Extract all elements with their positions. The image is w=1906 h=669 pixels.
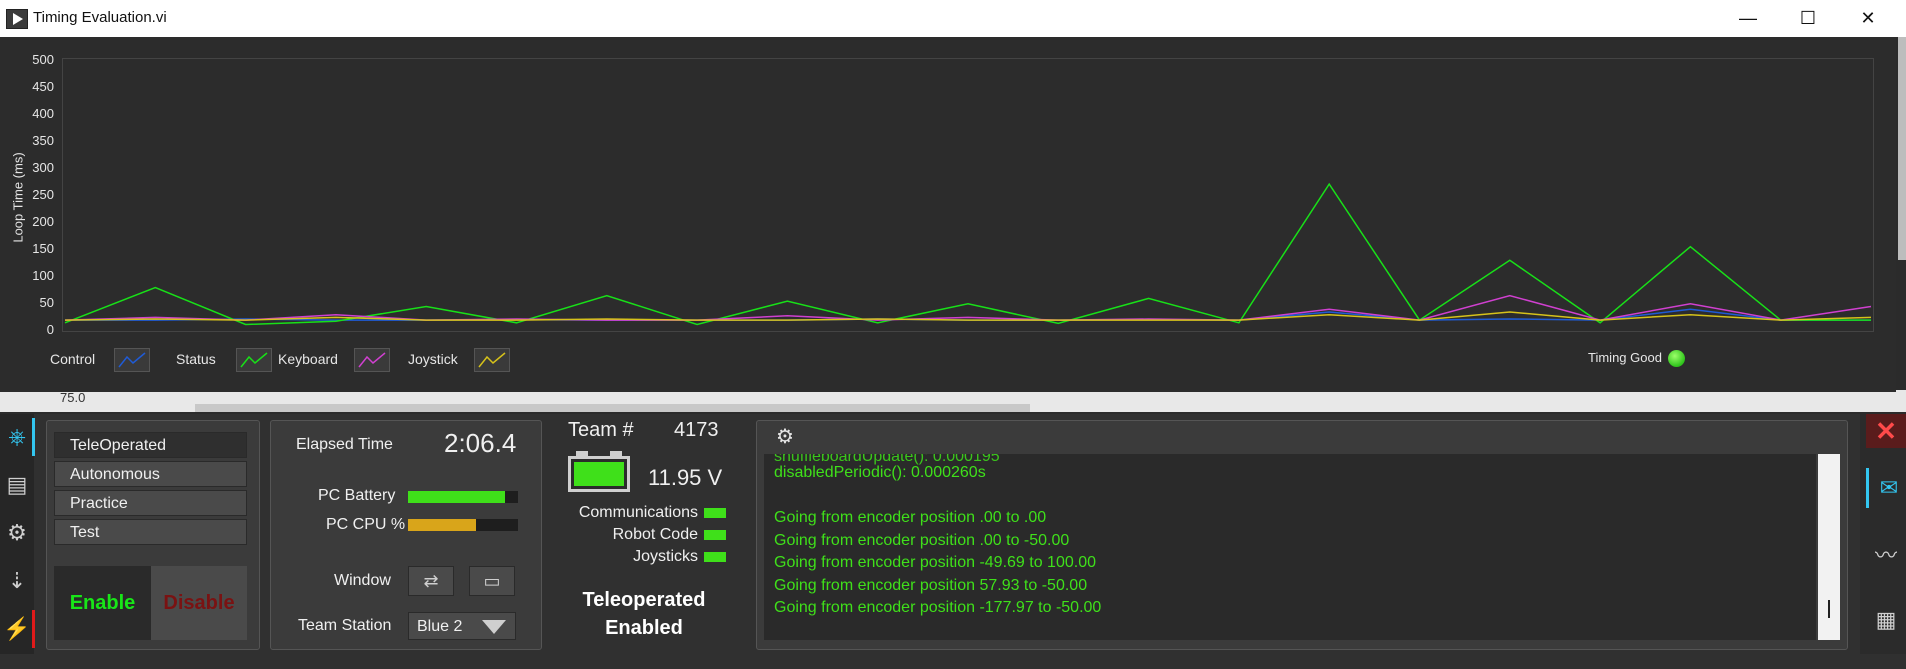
both-icon[interactable]: ▦ bbox=[1866, 600, 1906, 640]
swap-icon: ⇄ bbox=[423, 570, 439, 591]
legend-label: Control bbox=[50, 351, 96, 367]
communications-label: Communications bbox=[578, 504, 698, 521]
y-tick-label: 350 bbox=[32, 133, 54, 148]
app-icon bbox=[6, 9, 28, 29]
message-icon[interactable]: ✉ bbox=[1866, 468, 1906, 508]
mode-status-line2: Enabled bbox=[605, 617, 683, 639]
legend-swatch bbox=[354, 348, 390, 372]
battery-fill bbox=[574, 462, 624, 486]
background-tick-label: 75.0 bbox=[60, 390, 86, 405]
minimize-icon: — bbox=[1739, 8, 1757, 28]
console-line: disabledPeriodic(): 0.000260s bbox=[774, 464, 986, 481]
pc-cpu-fill bbox=[408, 519, 477, 531]
y-tick-label: 100 bbox=[32, 268, 54, 283]
power-icon[interactable]: ⚡ bbox=[2, 610, 35, 648]
mode-autonomous[interactable]: Autonomous bbox=[54, 461, 247, 487]
series-line-keyboard bbox=[64, 294, 1872, 321]
timing-good-label: Timing Good bbox=[1588, 350, 1662, 365]
y-tick-label: 50 bbox=[39, 295, 54, 310]
disable-button[interactable]: Disable bbox=[151, 566, 247, 640]
joysticks-label: Joysticks bbox=[633, 548, 698, 565]
y-tick-label: 250 bbox=[32, 187, 54, 202]
gear-icon[interactable]: ⚙ bbox=[776, 424, 794, 449]
plot-area bbox=[62, 58, 1874, 332]
robot-code-label: Robot Code bbox=[612, 526, 698, 543]
close-button[interactable]: ✕ bbox=[1838, 0, 1898, 37]
window-dock-toggle[interactable]: ⇄ bbox=[408, 566, 454, 596]
joysticks-indicator bbox=[704, 552, 726, 562]
window-icon: ▭ bbox=[483, 570, 501, 591]
pc-battery-label: PC Battery bbox=[318, 487, 396, 504]
console-line: Going from encoder position 57.93 to -50… bbox=[774, 576, 1088, 594]
elapsed-time-value: 2:06.4 bbox=[444, 428, 517, 458]
legend-label: Status bbox=[176, 351, 216, 367]
team-station-label: Team Station bbox=[298, 617, 392, 634]
y-tick-label: 450 bbox=[32, 79, 54, 94]
window-scrollbar[interactable] bbox=[1898, 37, 1906, 260]
series-line-joystick bbox=[64, 311, 1872, 321]
minimize-button[interactable]: — bbox=[1718, 0, 1778, 37]
y-tick-label: 400 bbox=[32, 106, 54, 121]
y-tick-label: 200 bbox=[32, 214, 54, 229]
window-full-toggle[interactable]: ▭ bbox=[469, 566, 515, 596]
console-scroll-thumb[interactable] bbox=[1828, 600, 1830, 618]
gear-icon[interactable]: ⚙ bbox=[2, 514, 32, 552]
elapsed-time-label: Elapsed Time bbox=[296, 436, 393, 453]
pc-battery-fill bbox=[408, 491, 505, 503]
title-bar: Timing Evaluation.vi — ☐ ✕ bbox=[0, 0, 1906, 37]
steering-wheel-icon[interactable]: ⎈ bbox=[2, 418, 35, 456]
close-icon: ✕ bbox=[1860, 8, 1876, 28]
background-scrollbar bbox=[195, 404, 1030, 412]
window-label: Window bbox=[334, 572, 391, 589]
close-icon[interactable]: ✕ bbox=[1866, 414, 1906, 448]
console-line: Going from encoder position -49.69 to 10… bbox=[774, 554, 1096, 571]
console-text-area[interactable]: shuffleboardUpdate(): 0.000195 disabledP… bbox=[764, 454, 1816, 640]
enable-button[interactable]: Enable bbox=[54, 566, 151, 640]
chart-icon[interactable]: 〰 bbox=[1866, 534, 1906, 574]
mode-test[interactable]: Test bbox=[54, 519, 247, 545]
mode-teleoperated[interactable]: TeleOperated bbox=[54, 432, 247, 458]
y-tick-label: 0 bbox=[46, 322, 54, 337]
pc-cpu-label: PC CPU % bbox=[326, 516, 406, 533]
console-line: Going from encoder position .00 to -50.0… bbox=[774, 531, 1070, 549]
pc-cpu-bar bbox=[408, 519, 518, 531]
chevron-down-icon bbox=[482, 620, 506, 634]
mode-status: Teleoperated Enabled bbox=[560, 586, 728, 642]
robot-voltage: 11.95 V bbox=[648, 465, 723, 490]
console-line: Going from encoder position .00 to .00 bbox=[774, 509, 1047, 526]
y-tick-label: 300 bbox=[32, 160, 54, 175]
team-number: 4173 bbox=[674, 419, 719, 441]
y-tick-label: 150 bbox=[32, 241, 54, 256]
diagnostics-icon[interactable]: ▤ bbox=[2, 466, 32, 504]
window-title: Timing Evaluation.vi bbox=[33, 9, 167, 26]
legend-swatch bbox=[474, 348, 510, 372]
team-label: Team # bbox=[568, 419, 634, 441]
console-line: Going from encoder position -177.97 to -… bbox=[774, 599, 1102, 616]
robot-code-indicator bbox=[704, 530, 726, 540]
legend-label: Keyboard bbox=[278, 351, 338, 367]
communications-indicator bbox=[704, 508, 726, 518]
team-station-value: Blue 2 bbox=[417, 618, 463, 635]
mode-status-line1: Teleoperated bbox=[582, 589, 706, 611]
y-tick-label: 500 bbox=[32, 52, 54, 67]
usb-icon[interactable]: ⇣ bbox=[2, 562, 32, 600]
legend-swatch bbox=[114, 348, 150, 372]
series-line-status bbox=[64, 182, 1871, 326]
maximize-icon: ☐ bbox=[1799, 8, 1817, 28]
pc-battery-bar bbox=[408, 491, 518, 503]
legend-label: Joystick bbox=[408, 351, 458, 367]
maximize-button[interactable]: ☐ bbox=[1778, 0, 1838, 37]
mode-practice[interactable]: Practice bbox=[54, 490, 247, 516]
timing-good-indicator bbox=[1668, 350, 1685, 367]
loop-time-chart bbox=[64, 182, 1872, 326]
legend-swatch bbox=[236, 348, 272, 372]
